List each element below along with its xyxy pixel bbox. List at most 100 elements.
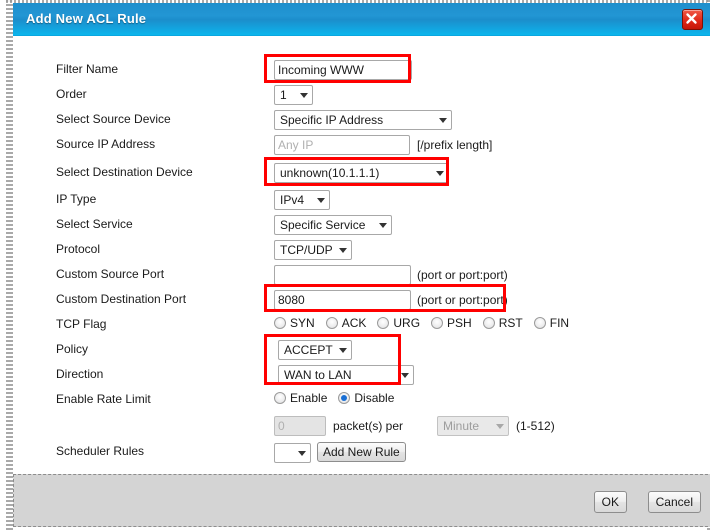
tcp-flag-option-fin[interactable]: FIN xyxy=(533,316,570,330)
rate-limit-range-hint: (1-512) xyxy=(516,419,555,433)
radio-icon-selected xyxy=(338,392,351,404)
row-select-source-device: Select Source Device Specific IP Address xyxy=(13,108,710,133)
chevron-down-icon xyxy=(298,450,306,456)
custom-destination-port-hint: (port or port:port) xyxy=(417,293,508,307)
label-protocol: Protocol xyxy=(56,242,101,256)
row-enable-rate-limit: Enable Rate Limit Enable Disable xyxy=(13,388,710,413)
direction-select[interactable]: WAN to LAN xyxy=(278,365,414,385)
dialog-footer: OK Cancel xyxy=(13,474,710,527)
cancel-button[interactable]: Cancel xyxy=(647,491,701,513)
service-select[interactable]: Specific Service xyxy=(274,215,392,235)
row-custom-destination-port: Custom Destination Port (port or port:po… xyxy=(13,288,710,313)
chevron-down-icon xyxy=(300,92,308,98)
rate-limit-input[interactable] xyxy=(274,416,326,436)
label-scheduler-rules: Scheduler Rules xyxy=(56,444,145,458)
source-device-select[interactable]: Specific IP Address xyxy=(274,110,452,130)
chevron-down-icon xyxy=(496,423,504,429)
rate-limit-unit-value: Minute xyxy=(443,419,480,433)
row-order: Order 1 xyxy=(13,83,710,108)
scheduler-rules-select[interactable] xyxy=(274,443,311,463)
rate-limit-option-enable[interactable]: Enable xyxy=(274,391,327,405)
chevron-down-icon xyxy=(339,247,347,253)
chevron-down-icon xyxy=(317,197,325,203)
label-select-service: Select Service xyxy=(56,217,133,231)
label-enable-rate-limit: Enable Rate Limit xyxy=(56,392,151,406)
chevron-down-icon xyxy=(339,347,347,353)
source-ip-address-input[interactable] xyxy=(274,135,410,155)
dialog-border-left xyxy=(6,0,13,530)
tcp-flag-label-psh: PSH xyxy=(447,316,472,330)
order-select-value: 1 xyxy=(280,88,287,102)
order-select[interactable]: 1 xyxy=(274,85,313,105)
dialog-title: Add New ACL Rule xyxy=(26,11,147,26)
custom-source-port-input[interactable] xyxy=(274,265,411,285)
chevron-down-icon xyxy=(436,170,444,176)
chevron-down-icon xyxy=(401,372,409,378)
add-acl-rule-dialog: Add New ACL Rule Filter Name Order 1 xyxy=(0,0,710,530)
protocol-select[interactable]: TCP/UDP xyxy=(274,240,352,260)
policy-select[interactable]: ACCEPT xyxy=(278,340,352,360)
rate-limit-middle-text: packet(s) per xyxy=(333,419,404,433)
destination-device-select-value: unknown(10.1.1.1) xyxy=(280,166,380,180)
radio-icon xyxy=(533,317,546,329)
ok-button[interactable]: OK xyxy=(593,491,627,513)
tcp-flag-option-psh[interactable]: PSH xyxy=(431,316,472,330)
label-custom-source-port: Custom Source Port xyxy=(56,267,165,281)
policy-select-value: ACCEPT xyxy=(284,343,333,357)
label-source-ip-address: Source IP Address xyxy=(56,137,156,151)
tcp-flag-label-fin: FIN xyxy=(549,316,570,330)
row-tcp-flag: TCP Flag SYN ACK URG PSH RST FIN xyxy=(13,313,710,338)
destination-device-select[interactable]: unknown(10.1.1.1) xyxy=(274,163,449,183)
tcp-flag-label-urg: URG xyxy=(393,316,421,330)
radio-icon xyxy=(274,317,286,329)
radio-icon xyxy=(377,317,390,329)
radio-icon xyxy=(431,317,444,329)
row-select-service: Select Service Specific Service xyxy=(13,213,710,238)
service-select-value: Specific Service xyxy=(280,218,366,232)
chevron-down-icon xyxy=(439,117,447,123)
row-filter-name: Filter Name xyxy=(13,58,710,83)
direction-select-value: WAN to LAN xyxy=(284,368,352,382)
row-scheduler-rules: Scheduler Rules Add New Rule xyxy=(13,440,710,465)
label-select-source-device: Select Source Device xyxy=(56,112,171,126)
row-select-destination-device: Select Destination Device unknown(10.1.1… xyxy=(13,161,710,186)
tcp-flag-option-urg[interactable]: URG xyxy=(377,316,420,330)
protocol-select-value: TCP/UDP xyxy=(280,243,333,257)
dialog-titlebar: Add New ACL Rule xyxy=(13,3,710,36)
label-order: Order xyxy=(56,87,87,101)
label-ip-type: IP Type xyxy=(56,192,97,206)
label-custom-destination-port: Custom Destination Port xyxy=(56,292,187,306)
rate-limit-label-disable: Disable xyxy=(354,391,395,405)
tcp-flag-label-syn: SYN xyxy=(290,316,315,330)
row-direction: Direction WAN to LAN xyxy=(13,363,710,388)
rate-limit-label-enable: Enable xyxy=(290,391,328,405)
label-direction: Direction xyxy=(56,367,104,381)
rate-limit-unit-select[interactable]: Minute xyxy=(437,416,509,436)
tcp-flag-radio-group: SYN ACK URG PSH RST FIN xyxy=(274,316,569,330)
radio-icon xyxy=(274,392,286,404)
tcp-flag-option-syn[interactable]: SYN xyxy=(274,316,315,330)
radio-icon xyxy=(482,317,495,329)
rate-limit-option-disable[interactable]: Disable xyxy=(338,391,394,405)
filter-name-input[interactable] xyxy=(274,60,412,80)
chevron-down-icon xyxy=(379,222,387,228)
label-tcp-flag: TCP Flag xyxy=(56,317,107,331)
ip-type-select-value: IPv4 xyxy=(280,193,305,207)
custom-destination-port-input[interactable] xyxy=(274,290,411,310)
source-device-select-value: Specific IP Address xyxy=(280,113,384,127)
custom-source-port-hint: (port or port:port) xyxy=(417,268,508,282)
row-rate-limit-value: packet(s) per Minute (1-512) xyxy=(13,414,710,439)
source-ip-prefix-hint: [/prefix length] xyxy=(417,138,493,152)
tcp-flag-label-rst: RST xyxy=(498,316,523,330)
label-policy: Policy xyxy=(56,342,89,356)
tcp-flag-option-rst[interactable]: RST xyxy=(482,316,523,330)
tcp-flag-option-ack[interactable]: ACK xyxy=(325,316,367,330)
close-icon[interactable] xyxy=(682,9,703,30)
acl-rule-form: Filter Name Order 1 Select Source Device… xyxy=(13,36,710,474)
label-filter-name: Filter Name xyxy=(56,62,119,76)
tcp-flag-label-ack: ACK xyxy=(341,316,367,330)
row-custom-source-port: Custom Source Port (port or port:port) xyxy=(13,263,710,288)
label-select-destination-device: Select Destination Device xyxy=(56,165,193,179)
add-new-rule-button[interactable]: Add New Rule xyxy=(317,442,406,462)
ip-type-select[interactable]: IPv4 xyxy=(274,190,330,210)
